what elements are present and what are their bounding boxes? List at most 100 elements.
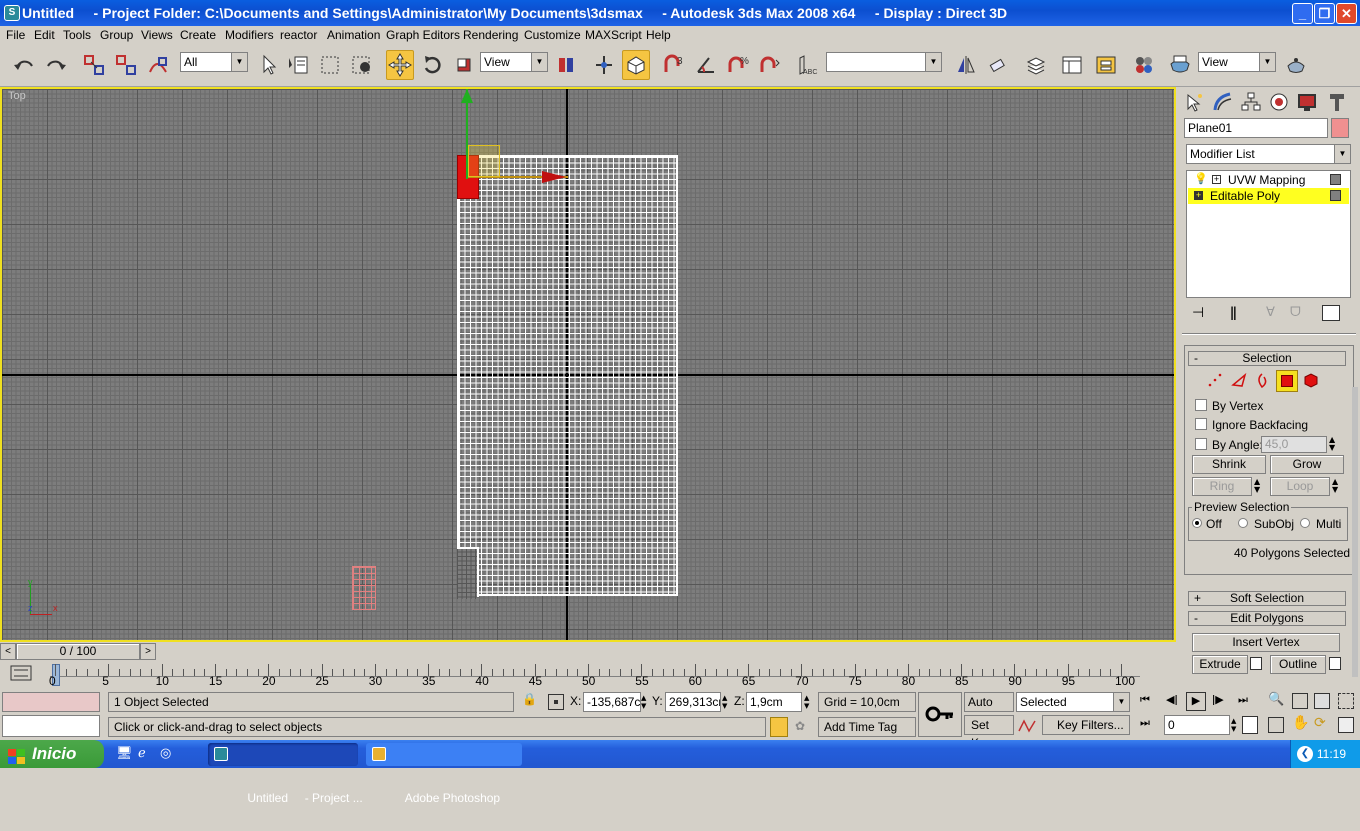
select-and-link-icon[interactable] <box>80 50 108 80</box>
outline-button[interactable]: Outline <box>1270 655 1326 674</box>
next-frame-icon[interactable]: ǀ▶ <box>1212 693 1224 706</box>
spinner-snap-icon[interactable] <box>756 50 784 80</box>
render-scene-dialog-icon[interactable] <box>1166 50 1194 80</box>
stack-item-uvw-mapping[interactable]: 💡 + UVW Mapping <box>1188 172 1349 188</box>
viewport-top[interactable]: Top y x z <box>0 87 1176 642</box>
grow-button[interactable]: Grow <box>1270 455 1344 474</box>
absolute-mode-icon[interactable] <box>548 694 564 710</box>
maximize-viewport-icon[interactable] <box>1338 717 1354 733</box>
show-end-result-icon[interactable]: ǁ <box>1230 305 1237 321</box>
select-and-rotate-icon[interactable] <box>418 50 446 80</box>
start-button[interactable]: Inicio <box>0 740 104 768</box>
add-time-tag-button[interactable]: Add Time Tag <box>818 717 916 737</box>
render-type-dropdown[interactable]: View ▼ <box>1198 52 1276 72</box>
selection-rollout-header[interactable]: - Selection <box>1188 351 1346 366</box>
lightbulb-icon[interactable]: 💡 <box>1194 172 1208 185</box>
loop-button[interactable]: Loop <box>1270 477 1330 496</box>
utilities-tab-icon[interactable] <box>1326 91 1348 113</box>
ring-spinner-icon[interactable]: ▲ ▼ <box>1254 478 1260 494</box>
small-object-mesh[interactable] <box>352 566 376 610</box>
element-mode-icon[interactable] <box>1302 371 1320 391</box>
arc-rotate-icon[interactable]: ⟳ <box>1314 715 1326 731</box>
menu-create[interactable]: Create <box>180 28 216 42</box>
border-mode-icon[interactable] <box>1254 371 1272 391</box>
menu-modifiers[interactable]: Modifiers <box>225 28 274 42</box>
ignore-backfacing-checkbox[interactable] <box>1195 418 1207 430</box>
stack-item-toggle[interactable] <box>1330 190 1341 201</box>
object-name-field[interactable]: Plane01 <box>1184 118 1328 138</box>
window-crossing-icon[interactable] <box>348 50 376 80</box>
pin-stack-icon[interactable]: ⊣ <box>1192 305 1204 321</box>
key-mode-toggle-icon[interactable]: ⏭ <box>1140 716 1150 730</box>
goto-end-icon[interactable]: ⏭ <box>1238 693 1248 707</box>
current-frame-field[interactable]: 0 <box>1164 715 1230 735</box>
task-3dsmax[interactable]: Untitled - Project ... <box>208 743 363 805</box>
internet-explorer-icon[interactable]: ℯ <box>138 746 146 761</box>
by-angle-checkbox[interactable] <box>1195 438 1207 450</box>
modify-tab-icon[interactable] <box>1212 91 1234 113</box>
menu-help[interactable]: Help <box>646 28 671 42</box>
edit-polygons-rollout-header[interactable]: - Edit Polygons <box>1188 611 1346 626</box>
selection-filter-dropdown[interactable]: All ▼ <box>180 52 248 72</box>
unlink-selection-icon[interactable] <box>112 50 140 80</box>
menu-reactor[interactable]: reactor <box>280 28 317 42</box>
object-color-swatch[interactable] <box>1331 118 1349 138</box>
edit-named-selection-icon[interactable]: ABC <box>794 50 822 80</box>
pan-view-icon[interactable]: ✋ <box>1292 715 1309 731</box>
y-spinner-icon[interactable]: ▲ ▼ <box>722 694 727 710</box>
default-tangents-icon[interactable] <box>1017 717 1037 735</box>
pivot-center-icon[interactable] <box>552 50 580 80</box>
redo-icon[interactable] <box>42 50 70 80</box>
quick-render-icon[interactable] <box>1282 50 1310 80</box>
create-tab-icon[interactable] <box>1184 91 1206 113</box>
close-button[interactable]: ✕ <box>1336 3 1357 24</box>
menu-group[interactable]: Group <box>100 28 133 42</box>
lock-selection-icon[interactable]: 🔒 <box>522 692 537 706</box>
restore-button[interactable]: ❐ <box>1314 3 1335 24</box>
previous-frame-icon[interactable]: ◀ǀ <box>1166 693 1178 706</box>
insert-vertex-button[interactable]: Insert Vertex <box>1192 633 1340 652</box>
menu-customize[interactable]: Customize <box>524 28 581 42</box>
undo-icon[interactable] <box>10 50 38 80</box>
zoom-all-icon[interactable] <box>1292 693 1308 709</box>
task-photoshop[interactable]: Adobe Photoshop <box>366 743 522 805</box>
track-bar[interactable]: 0 5 10 15 20 25 30 35 40 45 50 55 60 65 70 75 80 85 90 95 10… <box>0 662 1176 690</box>
stack-item-editable-poly[interactable]: + Editable Poly <box>1188 188 1349 204</box>
menu-animation[interactable]: Animation <box>327 28 380 42</box>
show-desktop-icon[interactable]: 🖥 <box>116 746 133 761</box>
percent-snap-icon[interactable]: % <box>724 50 752 80</box>
menu-rendering[interactable]: Rendering <box>463 28 518 42</box>
set-keys-button[interactable] <box>918 692 962 737</box>
viewport-label[interactable]: Top <box>8 90 26 102</box>
expand-icon[interactable]: + <box>1194 191 1203 200</box>
time-slider-next-icon[interactable]: > <box>140 643 156 660</box>
time-config-icon[interactable]: ✿ <box>795 719 805 733</box>
motion-tab-icon[interactable] <box>1268 91 1290 113</box>
by-vertex-checkbox[interactable] <box>1195 399 1207 411</box>
quick-launch-icon[interactable]: ◎ <box>160 746 171 761</box>
loop-spinner-icon[interactable]: ▲ ▼ <box>1332 478 1338 494</box>
x-coord-field[interactable]: -135,687cm <box>583 692 641 712</box>
app-icon[interactable]: S <box>4 5 20 21</box>
region-zoom-icon[interactable] <box>1268 717 1284 733</box>
time-slider-thumb[interactable]: 0 / 100 <box>16 643 140 660</box>
tray-expand-icon[interactable]: ❮ <box>1297 746 1313 762</box>
display-tab-icon[interactable] <box>1296 91 1318 113</box>
time-slider[interactable]: < 0 / 100 > <box>0 642 1176 662</box>
menu-tools[interactable]: Tools <box>63 28 91 42</box>
menu-maxscript[interactable]: MAXScript <box>585 28 642 42</box>
maxscript-input[interactable] <box>2 715 100 737</box>
modifier-list-dropdown[interactable]: Modifier List ▼ <box>1186 144 1351 164</box>
goto-start-icon[interactable]: ⏮ <box>1140 693 1150 707</box>
z-spinner-icon[interactable]: ▲ ▼ <box>804 694 809 710</box>
maxscript-listener-mini[interactable] <box>2 692 100 712</box>
extrude-settings-icon[interactable] <box>1250 657 1262 670</box>
vertex-mode-icon[interactable] <box>1206 371 1224 391</box>
layer-manager-icon[interactable] <box>1022 50 1050 80</box>
menu-graph-editors[interactable]: Graph Editors <box>386 28 460 42</box>
zoom-extents-all-icon[interactable] <box>1338 693 1354 709</box>
configure-modifier-sets-icon[interactable] <box>1322 305 1340 321</box>
key-filters-button[interactable]: Key Filters... <box>1042 715 1130 735</box>
select-object-icon[interactable] <box>254 50 282 80</box>
schematic-view-icon[interactable] <box>1092 50 1120 80</box>
